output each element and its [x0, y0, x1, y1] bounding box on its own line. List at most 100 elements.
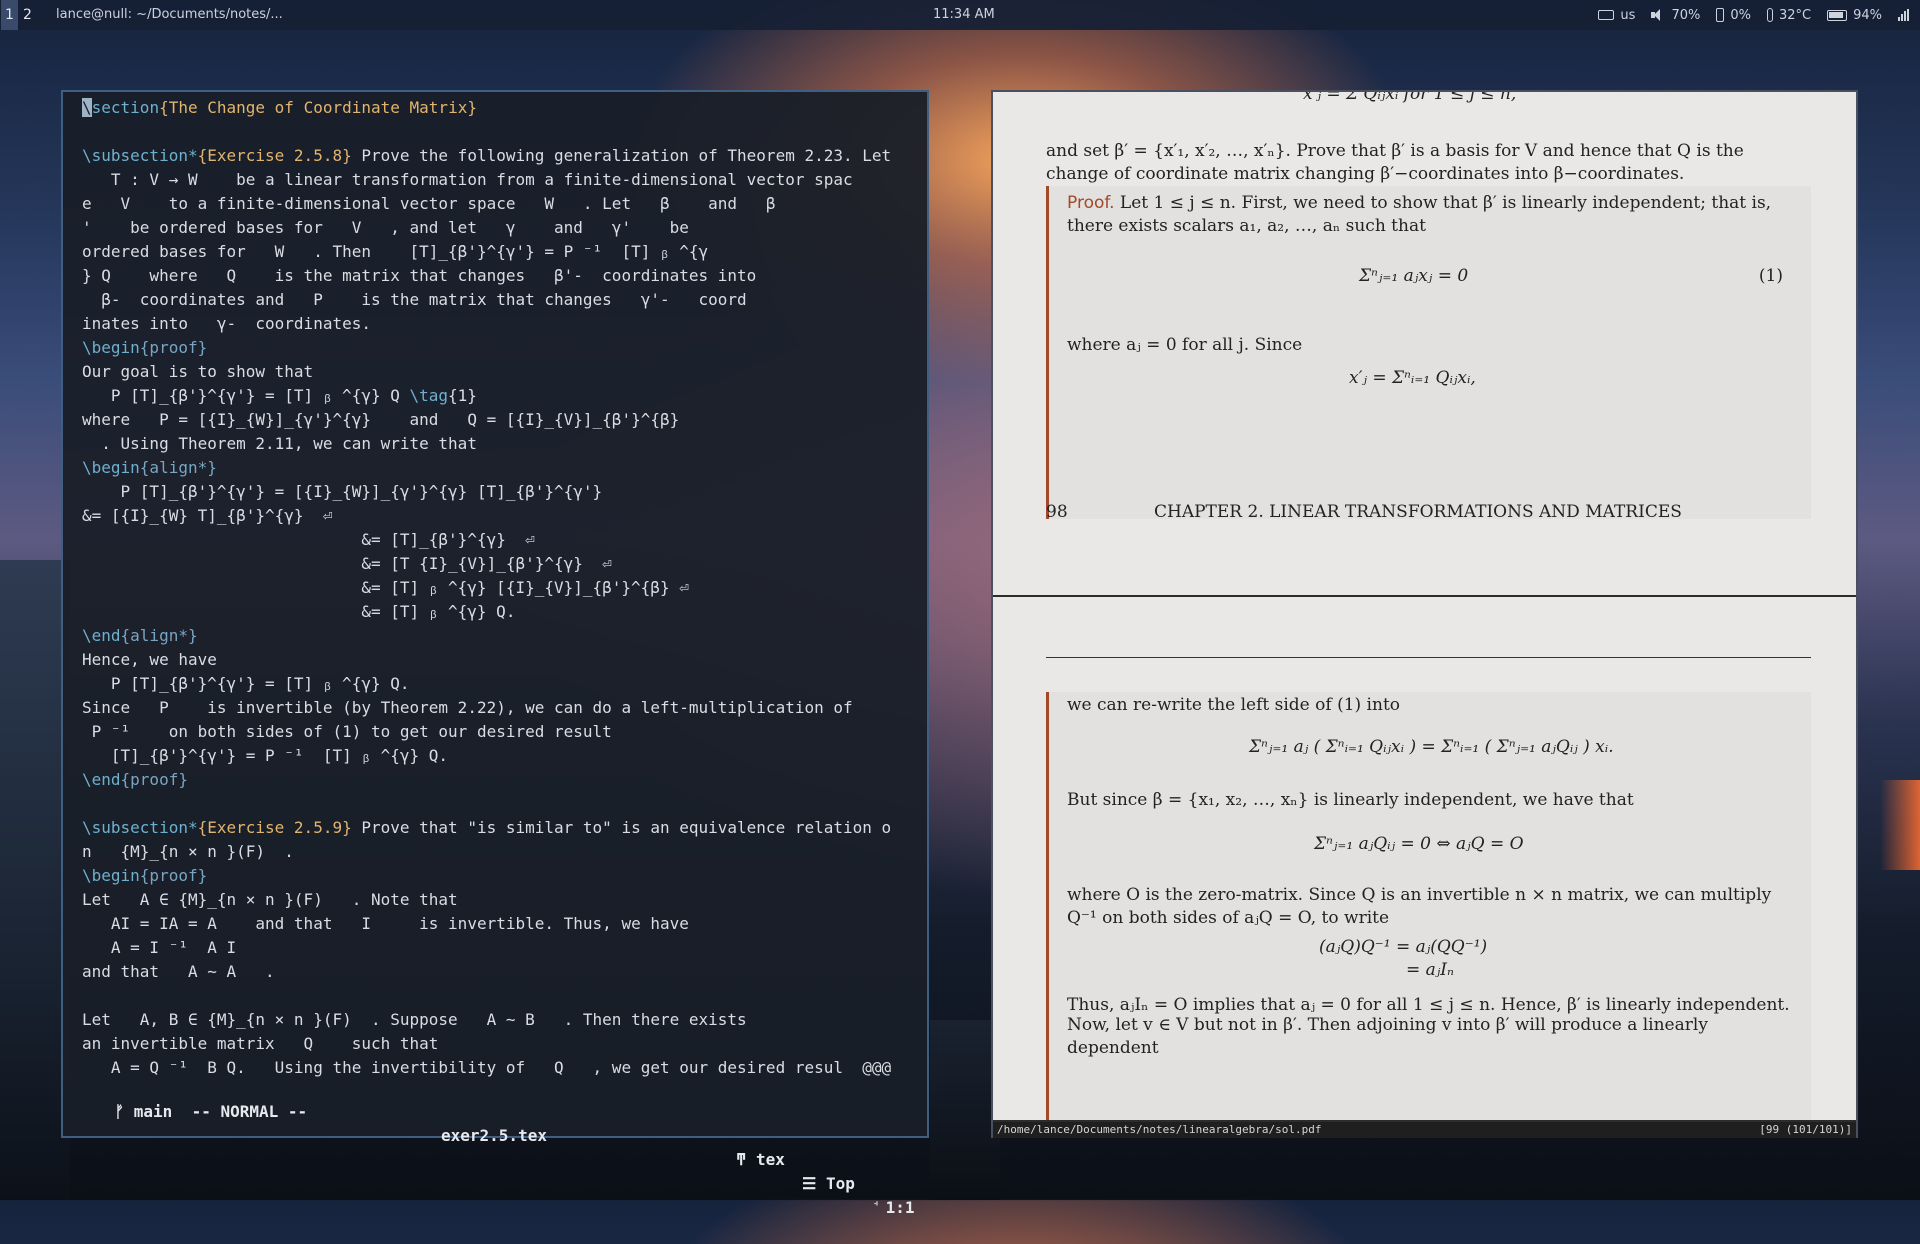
code-line[interactable]: AI = IA = A and that I is invertible. Th…	[82, 912, 927, 936]
code-token: \begin	[82, 458, 140, 477]
code-line[interactable]: } Q where Q is the matrix that changes β…	[82, 264, 927, 288]
code-token: \end	[82, 770, 121, 789]
code-token: ordered bases for W . Then [T]_{β'}^{γ'}…	[82, 242, 709, 261]
top-bar: 1 2 lance@null: ~/Documents/notes/... 11…	[0, 0, 1920, 30]
terminal-window[interactable]: \section{The Change of Coordinate Matrix…	[61, 90, 929, 1217]
keyboard-layout[interactable]: us	[1598, 8, 1635, 23]
code-line[interactable]: [T]_{β'}^{γ'} = P ⁻¹ [T] ᵦ ^{γ} Q.	[82, 744, 927, 768]
clock[interactable]: 11:34 AM	[933, 0, 995, 30]
code-line[interactable]: &= [T]_{β'}^{γ} ⏎	[82, 528, 927, 552]
code-line[interactable]: Let A ∈ {M}_{n × n }(F) . Note that	[82, 888, 927, 912]
code-line[interactable]	[82, 984, 927, 1008]
code-line[interactable]: Our goal is to show that	[82, 360, 927, 384]
code-token: Our goal is to show that	[82, 362, 314, 381]
code-line[interactable]: an invertible matrix Q such that	[82, 1032, 927, 1056]
rewrite-text: we can re-write the left side of (1) int…	[1067, 695, 1401, 715]
equation-3: Σⁿⱼ₌₁ aⱼ ( Σⁿᵢ₌₁ Qᵢⱼxᵢ ) = Σⁿᵢ₌₁ ( Σⁿⱼ₌₁…	[1249, 737, 1614, 757]
code-token: {proof}	[139, 338, 208, 357]
code-line[interactable]: ' be ordered bases for V , and let γ and…	[82, 216, 927, 240]
volume-indicator[interactable]: 70%	[1651, 8, 1700, 23]
code-line[interactable]: where P = [{I}_{W}]_{γ'}^{γ} and Q = [{I…	[82, 408, 927, 432]
code-token: [T]_{β'}^{γ'} = P ⁻¹ [T] ᵦ ^{γ} Q.	[82, 746, 449, 765]
window-title: lance@null: ~/Documents/notes/...	[56, 7, 283, 22]
workspace-1-button[interactable]: 1	[1, 0, 18, 30]
code-token: \subsection*	[82, 818, 198, 837]
code-line[interactable]: Hence, we have	[82, 648, 927, 672]
equation-1: Σⁿⱼ₌₁ aⱼxⱼ = 0	[1359, 266, 1469, 286]
code-line[interactable]: &= [T] ᵦ ^{γ} [{I}_{V}]_{β'}^{β} ⏎	[82, 576, 927, 600]
code-token: P ⁻¹ on both sides of (1) to get our des…	[82, 722, 612, 741]
code-line[interactable]: \end{proof}	[82, 768, 927, 792]
equation-1-tag: (1)	[1758, 266, 1783, 286]
pdf-viewer-window[interactable]: x′ⱼ = Σ Qᵢⱼxᵢ for 1 ≤ j ≤ n, and set β′ …	[991, 90, 1858, 1138]
code-token: Prove that "is similar to" is an equival…	[351, 818, 892, 837]
git-branch: ᚠ main	[114, 1102, 173, 1121]
battery-indicator: 94%	[1827, 8, 1882, 23]
code-line[interactable]: &= [{I}_{W} T]_{β'}^{γ} ⏎	[82, 504, 927, 528]
code-token: A = I ⁻¹ A I	[82, 938, 237, 957]
signal-icon[interactable]	[1898, 9, 1910, 21]
code-line[interactable]: \end{align*}	[82, 624, 927, 648]
code-line[interactable]: Since P is invertible (by Theorem 2.22),…	[82, 696, 927, 720]
header-rule	[1046, 657, 1811, 658]
code-token: \	[82, 98, 92, 117]
code-token: ' be ordered bases for V , and let γ and…	[82, 218, 689, 237]
editor-mode: -- NORMAL --	[191, 1102, 308, 1121]
code-line[interactable]: A = I ⁻¹ A I	[82, 936, 927, 960]
code-token: \end	[82, 626, 121, 645]
equation-top: x′ⱼ = Σ Qᵢⱼxᵢ for 1 ≤ j ≤ n,	[1303, 92, 1517, 104]
code-token: section	[91, 98, 160, 117]
code-line[interactable]: . Using Theorem 2.11, we can write that	[82, 432, 927, 456]
code-line[interactable]: \subsection*{Exercise 2.5.8} Prove the f…	[82, 144, 927, 168]
code-token: Let A ∈ {M}_{n × n }(F) . Note that	[82, 890, 458, 909]
code-token: Since P is invertible (by Theorem 2.22),…	[82, 698, 853, 717]
code-line[interactable]: \begin{proof}	[82, 864, 927, 888]
pdf-page-indicator: [99 (101/101)]	[1759, 1123, 1852, 1136]
code-line[interactable]: \begin{align*}	[82, 456, 927, 480]
code-token: inates into γ- coordinates.	[82, 314, 371, 333]
code-token: {align*}	[120, 626, 198, 645]
proof-box-continued: we can re-write the left side of (1) int…	[1046, 692, 1811, 1120]
code-line[interactable]: and that A ∼ A .	[82, 960, 927, 984]
code-token: \begin	[82, 866, 140, 885]
file-name: exer2.5.tex	[441, 1126, 547, 1145]
code-line[interactable]: &= [T] ᵦ ^{γ} Q.	[82, 600, 927, 624]
code-line[interactable]: \section{The Change of Coordinate Matrix…	[82, 96, 927, 120]
page98-paragraph: and set β′ = {x′₁, x′₂, …, x′ₙ}. Prove t…	[1046, 141, 1744, 184]
code-token: &= [T {I}_{V}]_{β'}^{γ} ⏎	[82, 554, 612, 573]
equation-5b: = aⱼIₙ	[1406, 960, 1454, 980]
code-line[interactable]: P [T]_{β'}^{γ'} = [T] ᵦ ^{γ} Q.	[82, 672, 927, 696]
wallpaper-mountain	[0, 560, 70, 1200]
editor-buffer[interactable]: \section{The Change of Coordinate Matrix…	[82, 96, 927, 1080]
code-token: n {M}_{n × n }(F) .	[82, 842, 294, 861]
memory-indicator: 0%	[1716, 8, 1751, 23]
code-line[interactable]: \begin{proof}	[82, 336, 927, 360]
battery-icon	[1827, 9, 1848, 21]
code-line[interactable]: &= [T {I}_{V}]_{β'}^{γ} ⏎	[82, 552, 927, 576]
code-token: β- coordinates and P is the matrix that …	[82, 290, 747, 309]
code-line[interactable]: inates into γ- coordinates.	[82, 312, 927, 336]
code-token: {Exercise 2.5.9}	[197, 818, 352, 837]
workspace-2-button[interactable]: 2	[19, 0, 36, 30]
page-number: 98	[1046, 502, 1068, 522]
code-line[interactable]: T : V → W be a linear transformation fro…	[82, 168, 927, 192]
proof-box: Proof. Let 1 ≤ j ≤ n. First, we need to …	[1046, 186, 1811, 519]
code-line[interactable]: Let A, B ∈ {M}_{n × n }(F) . Suppose A ∼…	[82, 1008, 927, 1032]
pdf-path: /home/lance/Documents/notes/linearalgebr…	[997, 1123, 1322, 1136]
chapter-title: CHAPTER 2. LINEAR TRANSFORMATIONS AND MA…	[1154, 502, 1682, 522]
code-line[interactable]: β- coordinates and P is the matrix that …	[82, 288, 927, 312]
code-line[interactable]: n {M}_{n × n }(F) .	[82, 840, 927, 864]
keyboard-icon	[1598, 10, 1615, 20]
code-line[interactable]: P [T]_{β'}^{γ'} = [{I}_{W}]_{γ'}^{γ} [T]…	[82, 480, 927, 504]
code-line[interactable]: P [T]_{β'}^{γ'} = [T] ᵦ ^{γ} Q \tag{1}	[82, 384, 927, 408]
code-token: } Q where Q is the matrix that changes β…	[82, 266, 757, 285]
code-line[interactable]: \subsection*{Exercise 2.5.9} Prove that …	[82, 816, 927, 840]
code-line[interactable]	[82, 792, 927, 816]
code-line[interactable]: P ⁻¹ on both sides of (1) to get our des…	[82, 720, 927, 744]
code-line[interactable]: ordered bases for W . Then [T]_{β'}^{γ'}…	[82, 240, 927, 264]
independence-text: But since β = {x₁, x₂, …, xₙ} is linearl…	[1067, 790, 1634, 810]
code-line[interactable]: e V to a finite-dimensional vector space…	[82, 192, 927, 216]
code-line[interactable]	[82, 120, 927, 144]
code-token: P [T]_{β'}^{γ'} = [{I}_{W}]_{γ'}^{γ} [T]…	[82, 482, 603, 501]
code-token: &= [T] ᵦ ^{γ} [{I}_{V}]_{β'}^{β} ⏎	[82, 578, 689, 597]
